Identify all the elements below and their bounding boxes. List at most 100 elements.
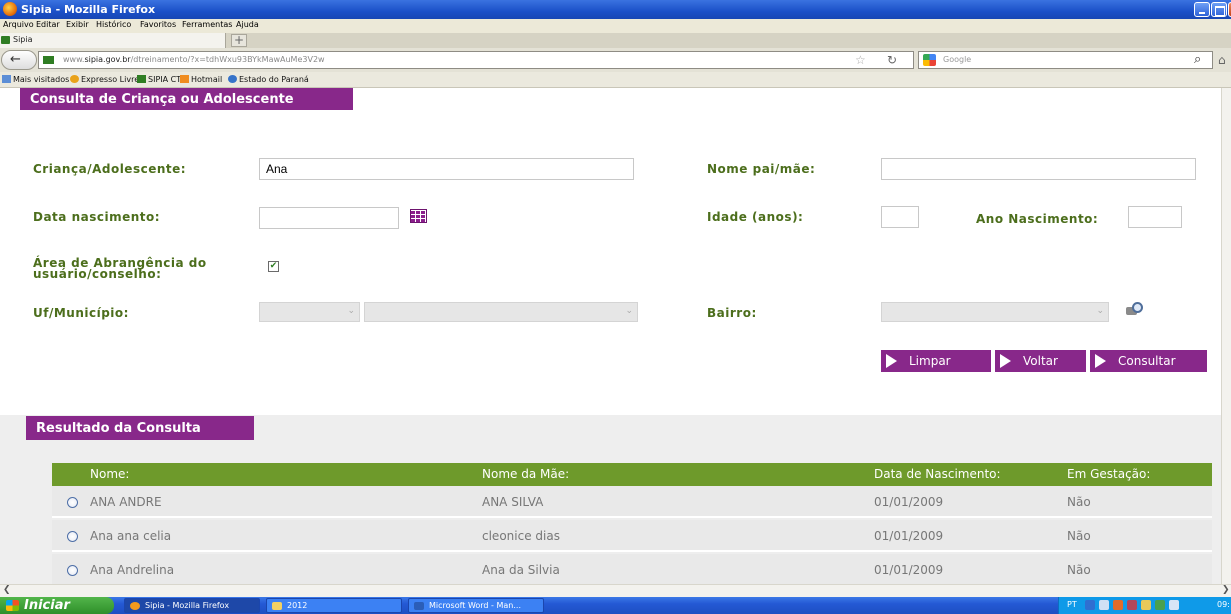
search-button[interactable]: Consultar — [1090, 350, 1207, 372]
child-label: Criança/Adolescente: — [33, 162, 187, 176]
folder-icon — [2, 75, 11, 83]
cell-name: Ana ana celia — [90, 529, 172, 543]
bookmark-expresso-livre[interactable]: Expresso Livre — [70, 75, 139, 84]
back-form-button[interactable]: Voltar — [995, 350, 1086, 372]
expresso-icon — [70, 75, 79, 83]
menu-arquivo[interactable]: Arquivo — [3, 20, 34, 29]
clock: 09: — [1217, 600, 1230, 609]
table-header: Nome: Nome da Mãe: Data de Nascimento: E… — [52, 463, 1212, 486]
cell-gestation: Não — [1067, 563, 1091, 577]
tab-sipia[interactable]: Sipia — [0, 33, 226, 48]
word-icon — [414, 602, 424, 610]
bookmark-estado-parana[interactable]: Estado do Paraná — [228, 75, 309, 84]
bairro-select[interactable]: ⌄ — [881, 302, 1109, 322]
menu-editar[interactable]: Editar — [36, 20, 60, 29]
table-row[interactable]: Ana Andrelina Ana da Silvia 01/01/2009 N… — [52, 554, 1212, 586]
scroll-right-icon[interactable]: ❯ — [1222, 585, 1230, 595]
clear-button[interactable]: Limpar — [881, 350, 991, 372]
uf-municipio-label: Uf/Município: — [33, 306, 129, 320]
back-arrow-icon: ← — [10, 52, 21, 67]
age-input[interactable] — [881, 206, 919, 228]
language-indicator[interactable]: PT — [1067, 600, 1077, 609]
task-folder-2012[interactable]: 2012 — [266, 598, 402, 613]
sipia-favicon-icon — [1, 36, 10, 44]
home-icon[interactable]: ⌂ — [1218, 53, 1226, 67]
chevron-down-icon: ⌄ — [347, 306, 355, 316]
taskbar: Iniciar Sipia - Mozilla Firefox 2012 Mic… — [0, 597, 1231, 614]
minimize-button[interactable] — [1194, 2, 1210, 17]
table-row[interactable]: Ana ana celia cleonice dias 01/01/2009 N… — [52, 520, 1212, 552]
network-icon[interactable] — [1099, 600, 1109, 610]
birth-year-input[interactable] — [1128, 206, 1182, 228]
volume-icon[interactable] — [1169, 600, 1179, 610]
search-icon[interactable]: ⌕ — [1194, 52, 1201, 67]
url-bar[interactable]: www.sipia.gov.br/dtreinamento/?x=tdhWxu9… — [38, 51, 914, 69]
birth-year-label: Ano Nascimento: — [976, 212, 1099, 226]
bookmarks-bar: Mais visitados Expresso Livre SIPIA CT H… — [0, 72, 1231, 88]
url-text: www.sipia.gov.br/dtreinamento/?x=tdhWxu9… — [63, 55, 325, 64]
shield-icon[interactable] — [1113, 600, 1123, 610]
parent-name-input[interactable] — [881, 158, 1196, 180]
cell-mother: Ana da Silvia — [482, 563, 560, 577]
column-header-mother: Nome da Mãe: — [482, 467, 570, 481]
battery-icon[interactable] — [1155, 600, 1165, 610]
firefox-icon — [130, 602, 140, 610]
vertical-scrollbar[interactable] — [1221, 88, 1231, 584]
sipia-icon — [137, 75, 146, 83]
row-radio-button[interactable] — [67, 531, 78, 542]
menu-ferramentas[interactable]: Ferramentas — [182, 20, 232, 29]
back-button[interactable]: ← — [1, 50, 37, 70]
table-row[interactable]: ANA ANDRE ANA SILVA 01/01/2009 Não — [52, 486, 1212, 518]
scroll-left-icon[interactable]: ❮ — [3, 585, 11, 595]
menu-ajuda[interactable]: Ajuda — [236, 20, 259, 29]
row-radio-button[interactable] — [67, 497, 78, 508]
column-header-name: Nome: — [90, 467, 130, 481]
window-titlebar: Sipia - Mozilla Firefox — [0, 0, 1231, 19]
maximize-button[interactable] — [1211, 2, 1227, 17]
menu-exibir[interactable]: Exibir — [66, 20, 89, 29]
search-bairro-icon[interactable] — [1124, 302, 1143, 318]
menu-favoritos[interactable]: Favoritos — [140, 20, 176, 29]
update-icon[interactable] — [1141, 600, 1151, 610]
navigation-bar: ← www.sipia.gov.br/dtreinamento/?x=tdhWx… — [0, 48, 1231, 72]
bookmark-star-icon[interactable]: ☆ — [855, 53, 866, 67]
window-title: Sipia - Mozilla Firefox — [21, 3, 156, 16]
system-tray: PT 09: — [1058, 597, 1231, 614]
tab-bar: Sipia + — [0, 33, 1231, 48]
municipio-select[interactable]: ⌄ — [364, 302, 638, 322]
bookmark-hotmail[interactable]: Hotmail — [180, 75, 222, 84]
task-firefox[interactable]: Sipia - Mozilla Firefox — [124, 598, 260, 613]
search-form: Criança/Adolescente: Nome pai/mãe: Data … — [0, 110, 1221, 415]
search-section-title: Consulta de Criança ou Adolescente — [20, 88, 353, 110]
chevron-down-icon: ⌄ — [625, 306, 633, 316]
arrow-right-icon — [1000, 354, 1011, 368]
horizontal-scrollbar[interactable]: ❮ ❯ — [0, 584, 1231, 597]
folder-icon — [272, 602, 282, 610]
search-bar[interactable]: Google ⌕ — [918, 51, 1213, 69]
chevron-down-icon: ⌄ — [1096, 306, 1104, 316]
parent-label: Nome pai/mãe: — [707, 162, 816, 176]
child-name-input[interactable] — [259, 158, 634, 180]
uf-select[interactable]: ⌄ — [259, 302, 360, 322]
google-icon[interactable] — [923, 54, 936, 66]
bookmark-mais-visitados[interactable]: Mais visitados — [2, 75, 69, 84]
arrow-right-icon — [886, 354, 897, 368]
new-tab-button[interactable]: + — [231, 34, 247, 47]
tab-label: Sipia — [13, 35, 33, 44]
reload-icon[interactable]: ↻ — [887, 53, 897, 67]
start-button[interactable]: Iniciar — [0, 597, 114, 614]
age-label: Idade (anos): — [707, 210, 804, 224]
task-word[interactable]: Microsoft Word - Man... — [408, 598, 544, 613]
menu-historico[interactable]: Histórico — [96, 20, 131, 29]
bookmark-sipia-ct[interactable]: SIPIA CT — [137, 75, 181, 84]
cell-birth: 01/01/2009 — [874, 529, 944, 543]
column-header-birth: Data de Nascimento: — [874, 467, 1001, 481]
birth-date-label: Data nascimento: — [33, 210, 161, 224]
coverage-area-checkbox[interactable]: ✔ — [268, 261, 279, 272]
row-radio-button[interactable] — [67, 565, 78, 576]
calendar-icon[interactable] — [410, 209, 427, 223]
help-icon[interactable] — [1085, 600, 1095, 610]
menu-bar: Arquivo Editar Exibir Histórico Favorito… — [0, 19, 1231, 33]
antivirus-icon[interactable] — [1127, 600, 1137, 610]
birth-date-input[interactable] — [259, 207, 399, 229]
